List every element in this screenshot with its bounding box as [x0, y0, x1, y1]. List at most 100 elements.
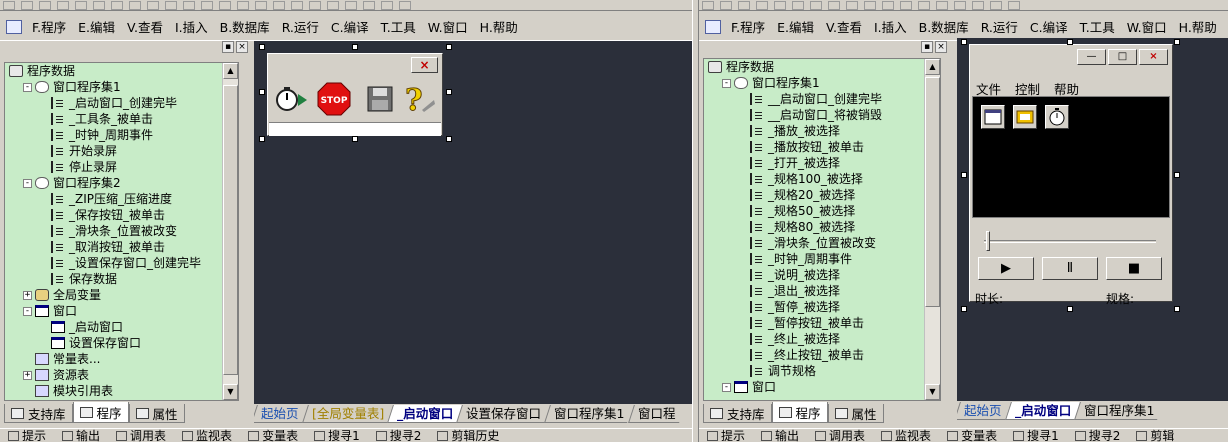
- menu-item[interactable]: F.程序: [725, 17, 771, 36]
- output-tab[interactable]: 监视表: [174, 429, 240, 442]
- output-tab[interactable]: 提示: [0, 429, 54, 442]
- tree-item[interactable]: _规格50_被选择: [704, 203, 940, 219]
- timer-icon[interactable]: [1045, 105, 1069, 129]
- tree-item[interactable]: _暂停_被选择: [704, 299, 940, 315]
- tree-item[interactable]: 模块引用表: [5, 383, 238, 399]
- selection-handle[interactable]: [352, 44, 358, 50]
- expand-icon[interactable]: +: [23, 291, 32, 300]
- menu-item[interactable]: V.查看: [121, 17, 169, 36]
- scroll-down-button[interactable]: ▼: [925, 384, 940, 400]
- menu-item[interactable]: E.编辑: [771, 17, 820, 36]
- panel-tab[interactable]: 支持库: [4, 404, 73, 423]
- tree-item[interactable]: 常量表...: [5, 351, 238, 367]
- tree-item[interactable]: 调节规格: [704, 363, 940, 379]
- tree-item[interactable]: _退出_被选择: [704, 283, 940, 299]
- selection-handle[interactable]: [961, 306, 967, 312]
- collapse-icon[interactable]: -: [23, 307, 32, 316]
- selection-handle[interactable]: [446, 44, 452, 50]
- collapse-icon[interactable]: -: [23, 83, 32, 92]
- menu-item[interactable]: R.运行: [975, 17, 1024, 36]
- toolbar-form[interactable]: × STOP ?: [267, 53, 443, 136]
- minimize-icon[interactable]: —: [1077, 49, 1106, 65]
- menu-item[interactable]: I.插入: [868, 17, 913, 36]
- stop-sign-icon[interactable]: STOP: [315, 82, 353, 116]
- panel-tab[interactable]: 程序: [72, 402, 129, 423]
- pane-close-button[interactable]: ×: [935, 41, 947, 53]
- tree-item[interactable]: _播放按钮_被单击: [704, 139, 940, 155]
- tree-item[interactable]: - 窗口程序集1: [5, 79, 238, 95]
- tree-item[interactable]: _启动窗口: [5, 319, 238, 335]
- output-tab[interactable]: 提示: [699, 429, 753, 442]
- tree-scrollbar[interactable]: ▲ ▼: [924, 59, 940, 400]
- tree-item[interactable]: _滑块条_位置被改变: [704, 235, 940, 251]
- collapse-icon[interactable]: -: [722, 79, 731, 88]
- output-tab[interactable]: 剪辑历史: [429, 429, 507, 442]
- tree-item[interactable]: _滑块条_位置被改变: [5, 223, 238, 239]
- tree-item[interactable]: _播放_被选择: [704, 123, 940, 139]
- document-tab[interactable]: 窗口程: [627, 405, 684, 423]
- save-disk-icon[interactable]: [361, 82, 399, 116]
- menu-item[interactable]: W.窗口: [1121, 17, 1173, 36]
- stop-button[interactable]: ■: [1106, 257, 1162, 280]
- seek-track[interactable]: [984, 240, 1156, 243]
- output-tab[interactable]: 搜寻1: [1005, 429, 1067, 442]
- tree-item[interactable]: + 资源表: [5, 367, 238, 383]
- pause-button[interactable]: Ⅱ: [1042, 257, 1098, 280]
- tree-item[interactable]: _启动窗口_创建完毕: [5, 95, 238, 111]
- tree-item[interactable]: _时钟_周期事件: [5, 127, 238, 143]
- tree-item[interactable]: _设置保存窗口_创建完毕: [5, 255, 238, 271]
- help-icon[interactable]: ?: [400, 82, 438, 116]
- output-tab[interactable]: 监视表: [873, 429, 939, 442]
- document-tab[interactable]: 起始页: [254, 405, 308, 423]
- pane-pin-button[interactable]: ▪: [921, 41, 933, 53]
- expand-icon[interactable]: +: [23, 371, 32, 380]
- menu-item[interactable]: E.编辑: [72, 17, 121, 36]
- selection-handle[interactable]: [1174, 172, 1180, 178]
- menu-item[interactable]: H.帮助: [474, 17, 524, 36]
- panel-tab[interactable]: 属性: [827, 404, 884, 423]
- tree-item[interactable]: _打开_被选择: [704, 155, 940, 171]
- tree-item[interactable]: _时钟_周期事件: [704, 251, 940, 267]
- close-icon[interactable]: ×: [1139, 49, 1168, 65]
- output-tab[interactable]: 搜寻2: [368, 429, 430, 442]
- selection-handle[interactable]: [961, 172, 967, 178]
- maximize-icon[interactable]: □: [1108, 49, 1137, 65]
- menu-item[interactable]: B.数据库: [913, 17, 975, 36]
- menu-item[interactable]: C.编译: [1024, 17, 1074, 36]
- tree-item[interactable]: _ZIP压缩_压缩进度: [5, 191, 238, 207]
- panel-tab[interactable]: 属性: [128, 404, 185, 423]
- tree-item[interactable]: _规格20_被选择: [704, 187, 940, 203]
- selection-handle[interactable]: [259, 136, 265, 142]
- calendar-icon[interactable]: [981, 105, 1005, 129]
- selection-handle[interactable]: [1067, 306, 1073, 312]
- pane-close-button[interactable]: ×: [236, 41, 248, 53]
- menu-item[interactable]: I.插入: [169, 17, 214, 36]
- output-tab[interactable]: 输出: [54, 429, 108, 442]
- tree-item[interactable]: 保存数据: [5, 271, 238, 287]
- scroll-thumb[interactable]: [925, 77, 940, 307]
- menu-item[interactable]: W.窗口: [422, 17, 474, 36]
- panel-tab[interactable]: 程序: [771, 402, 828, 423]
- menu-item[interactable]: C.编译: [325, 17, 375, 36]
- play-button[interactable]: ▶: [978, 257, 1034, 280]
- menu-item[interactable]: B.数据库: [214, 17, 276, 36]
- tree-item[interactable]: _规格80_被选择: [704, 219, 940, 235]
- selection-handle[interactable]: [259, 89, 265, 95]
- selection-handle[interactable]: [446, 89, 452, 95]
- menu-item[interactable]: T.工具: [1074, 17, 1121, 36]
- selection-handle[interactable]: [1067, 39, 1073, 45]
- menu-item[interactable]: F.程序: [26, 17, 72, 36]
- tree-item[interactable]: __启动窗口_将被销毁: [704, 107, 940, 123]
- tree-item[interactable]: - 窗口: [704, 379, 940, 395]
- tree-item[interactable]: _保存按钮_被单击: [5, 207, 238, 223]
- tree-item[interactable]: _终止按钮_被单击: [704, 347, 940, 363]
- output-tab[interactable]: 剪辑: [1128, 429, 1182, 442]
- menu-item[interactable]: R.运行: [276, 17, 325, 36]
- tree-scrollbar[interactable]: ▲ ▼: [222, 63, 238, 400]
- scroll-up-button[interactable]: ▲: [223, 63, 238, 79]
- tree-item[interactable]: + 全局变量: [5, 287, 238, 303]
- document-tab[interactable]: _启动窗口: [386, 405, 462, 423]
- selection-handle[interactable]: [961, 39, 967, 45]
- scroll-down-button[interactable]: ▼: [223, 384, 238, 400]
- document-tab[interactable]: 设置保存窗口: [456, 405, 550, 423]
